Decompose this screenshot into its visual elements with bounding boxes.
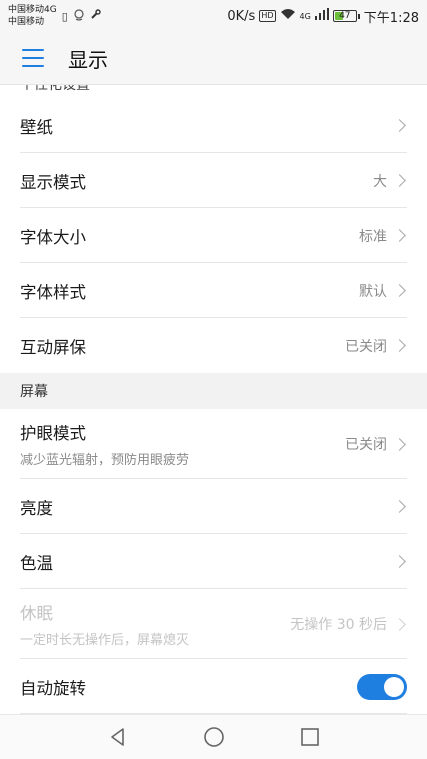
carrier-line-1: 中国移动4G [8,5,57,15]
setting-brightness[interactable]: 亮度 [0,479,427,534]
setting-label: 字体样式 [20,282,86,302]
setting-screensaver[interactable]: 互动屏保 已关闭 [0,318,427,373]
setting-label: 互动屏保 [20,337,86,357]
status-bar: 中国移动4G 中国移动 ▯ 0K/s HD 4G 47 下午1:28 [0,0,427,32]
setting-value: 已关闭 [345,437,387,453]
setting-label: 壁纸 [20,117,53,137]
back-triangle-icon[interactable] [106,725,130,749]
chevron-right-icon [393,174,406,187]
network-speed: 0K/s [227,8,256,24]
page-title: 显示 [68,47,108,72]
setting-label: 自动旋转 [20,678,86,698]
setting-font-size[interactable]: 字体大小 标准 [0,208,427,263]
setting-wallpaper[interactable]: 壁纸 [0,98,427,153]
setting-sleep: 休眠 一定时长无操作后，屏幕熄灭 无操作 30 秒后 [0,589,427,659]
chevron-right-icon [393,437,406,451]
chevron-right-icon [393,617,406,631]
settings-list: 壁纸 显示模式 大 字体大小 标准 字体样式 默认 互动屏保 已关闭 屏幕 护眼… [0,98,427,714]
hd-badge: HD [259,10,276,22]
signal-icon [314,8,329,24]
setting-label: 休眠 [20,604,53,623]
setting-value: 默认 [359,283,387,300]
setting-label: 显示模式 [20,172,86,192]
setting-eye-comfort[interactable]: 护眼模式 减少蓝光辐射，预防用眼疲劳 已关闭 [0,409,427,479]
chevron-right-icon [393,500,406,513]
battery-icon: 47 [332,10,360,22]
section-header-screen: 屏幕 [0,373,427,409]
app-bar: 显示 [0,32,427,84]
auto-rotate-toggle[interactable] [357,673,407,700]
wifi-icon [280,8,296,24]
setting-color-temperature[interactable]: 色温 [0,534,427,589]
wrench-icon [90,9,101,23]
settings-list-container[interactable]: 个性化设置 壁纸 显示模式 大 字体大小 标准 字体样式 默认 互动屏保 已关闭… [0,84,427,714]
carrier-line-2: 中国移动 [8,17,45,27]
setting-description: 减少蓝光辐射，预防用眼疲劳 [20,453,190,468]
setting-value: 无操作 30 秒后 [290,617,387,633]
system-nav-bar [0,714,427,759]
chevron-right-icon [393,119,406,132]
setting-value: 已关闭 [345,338,387,355]
setting-label: 色温 [20,553,53,573]
network-type: 4G [299,11,311,21]
section-header-personalization: 个性化设置 [20,84,90,93]
setting-label: 字体大小 [20,227,86,247]
chevron-right-icon [393,229,406,242]
setting-display-mode[interactable]: 显示模式 大 [0,153,427,208]
carrier-info: 中国移动4G 中国移动 ▯ [8,4,101,28]
setting-value: 大 [373,173,387,190]
setting-value: 标准 [359,228,387,245]
setting-auto-rotate[interactable]: 自动旋转 [0,659,427,714]
toggle-knob [384,676,404,697]
recents-square-icon[interactable] [298,725,322,749]
clock: 下午1:28 [363,10,419,26]
setting-description: 一定时长无操作后，屏幕熄灭 [20,633,190,648]
chevron-right-icon [393,555,406,568]
battery-level: 47 [339,11,351,21]
chevron-right-icon [393,284,406,297]
chevron-right-icon [393,339,406,352]
home-circle-icon[interactable] [202,725,226,749]
setting-label: 亮度 [20,498,53,518]
sim-card-icon: ▯ [61,9,68,23]
menu-icon[interactable] [22,49,44,67]
notification-app-icon [73,8,85,24]
setting-label: 护眼模式 [20,424,86,443]
setting-font-style[interactable]: 字体样式 默认 [0,263,427,318]
